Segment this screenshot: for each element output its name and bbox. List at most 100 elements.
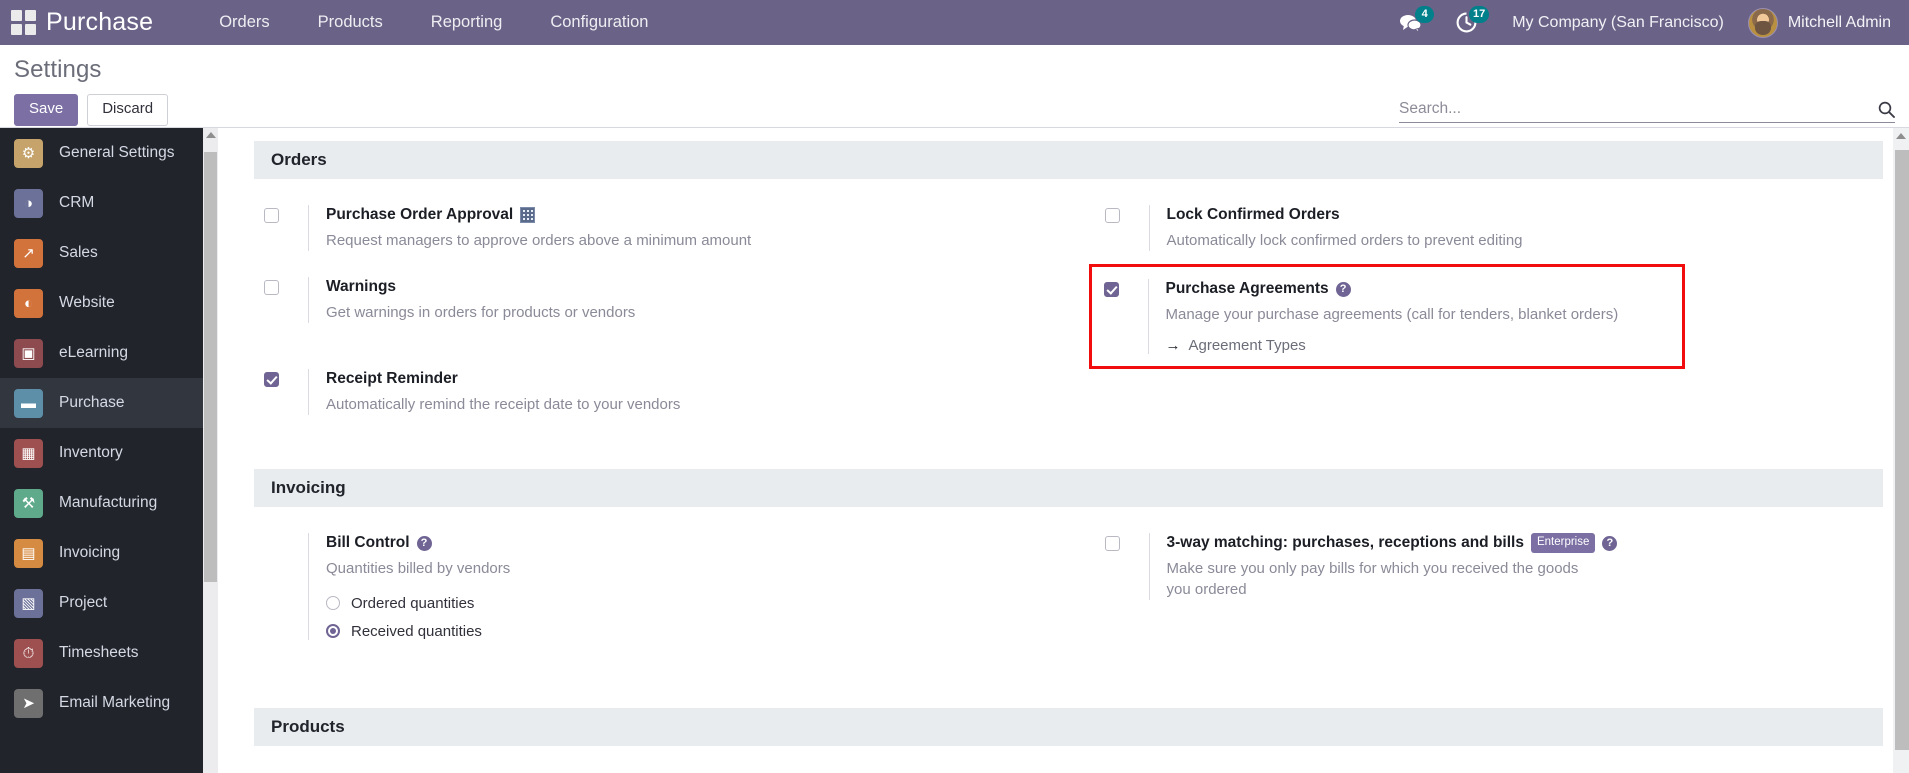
sidebar-item-purchase[interactable]: ▬ Purchase [0, 378, 218, 428]
radio-ordered-quantities[interactable]: Ordered quantities [326, 595, 1035, 612]
purchase-agreements-body: Purchase Agreements ? Manage your purcha… [1147, 278, 1672, 354]
receipt-reminder-checkbox-wrap [264, 369, 308, 415]
sidebar-item-timesheets[interactable]: ⏱ Timesheets [0, 628, 218, 678]
settings-content: Orders Purchase Order Approval Request m… [218, 128, 1909, 773]
sidebar-item-inventory[interactable]: ▦ Inventory [0, 428, 218, 478]
sidebar-scrollbar[interactable] [203, 128, 218, 773]
agreement-types-link[interactable]: → Agreement Types [1166, 337, 1672, 354]
warnings-checkbox[interactable] [264, 279, 279, 295]
lock-confirmed-orders-checkbox-wrap [1104, 205, 1149, 251]
discard-button[interactable]: Discard [87, 94, 169, 126]
sidebar-item-email-marketing[interactable]: ➤ Email Marketing [0, 678, 218, 728]
body-wrapper: ⚙ General Settings ◑ CRM ↗ Sales ◐ Website ▣ eLea… [0, 128, 1909, 773]
warnings-title-row: Warnings [326, 277, 1035, 298]
purchase-agreements-checkbox[interactable] [1103, 281, 1119, 297]
user-menu[interactable]: Mitchell Admin [1742, 7, 1891, 38]
purchase-order-approval-title-row: Purchase Order Approval [326, 205, 1035, 226]
scroll-up-arrow-icon[interactable] [1896, 133, 1906, 139]
settings-sidebar: ⚙ General Settings ◑ CRM ↗ Sales ◐ Website ▣ eLea… [0, 128, 218, 773]
wrench-icon: ⚒ [14, 488, 43, 518]
sidebar-item-website[interactable]: ◐ Website [0, 278, 218, 328]
main-menu: Orders Products Reporting Configuration [195, 1, 672, 44]
invoicing-left-column: Bill Control ? Quantities billed by vend… [254, 531, 1069, 664]
receipt-reminder-label: Receipt Reminder [326, 369, 458, 387]
messages-icon[interactable]: 4 [1382, 0, 1439, 45]
three-way-matching-checkbox[interactable] [1104, 535, 1120, 551]
activity-clock-icon[interactable]: 17 [1439, 0, 1494, 45]
receipt-reminder-body: Receipt Reminder Automatically remind th… [308, 368, 1035, 415]
setting-receipt-reminder[interactable]: Receipt Reminder Automatically remind th… [254, 367, 1041, 417]
section-header-orders: Orders [254, 141, 1883, 179]
invoicing-right-column: 3-way matching: purchases, receptions an… [1069, 531, 1884, 664]
sidebar-item-sales[interactable]: ↗ Sales [0, 228, 218, 278]
warnings-label: Warnings [326, 277, 397, 295]
bill-control-title-row: Bill Control ? [326, 533, 1035, 554]
menu-item-orders[interactable]: Orders [195, 1, 293, 44]
help-circle-icon[interactable]: ? [1335, 281, 1351, 297]
sidebar-item-invoicing[interactable]: ▤ Invoicing [0, 528, 218, 578]
paper-plane-icon: ➤ [14, 688, 43, 718]
sidebar-item-manufacturing[interactable]: ⚒ Manufacturing [0, 478, 218, 528]
purchase-agreements-label: Purchase Agreements [1165, 279, 1329, 297]
sidebar-item-project[interactable]: ▧ Project [0, 578, 218, 628]
help-circle-icon[interactable]: ? [1602, 535, 1618, 551]
received-quantities-radio[interactable] [326, 624, 340, 639]
scrollbar-thumb[interactable] [204, 152, 217, 582]
three-way-matching-label: 3-way matching: purchases, receptions an… [1166, 533, 1524, 551]
apps-grid-icon[interactable] [0, 0, 46, 45]
scrollbar-thumb[interactable] [1895, 150, 1909, 750]
box-icon: ▦ [14, 438, 43, 468]
setting-purchase-order-approval[interactable]: Purchase Order Approval Request managers… [254, 203, 1041, 253]
radio-received-quantities[interactable]: Received quantities [326, 623, 1035, 640]
purchase-order-approval-description: Request managers to approve orders above… [326, 231, 752, 249]
main-scrollbar[interactable] [1893, 128, 1909, 773]
three-way-matching-description: Make sure you only pay bills for which y… [1166, 559, 1579, 598]
lock-confirmed-orders-title-row: Lock Confirmed Orders [1167, 205, 1850, 226]
gear-icon: ⚙ [14, 138, 43, 168]
sidebar-item-label: Inventory [59, 444, 123, 461]
ordered-quantities-label: Ordered quantities [351, 594, 475, 612]
scroll-up-arrow-icon[interactable] [206, 132, 216, 138]
handshake-icon: ◑ [14, 188, 43, 218]
sidebar-item-label: eLearning [59, 344, 128, 361]
presentation-icon: ▣ [14, 338, 43, 368]
lock-confirmed-orders-body: Lock Confirmed Orders Automatically lock… [1148, 205, 1850, 251]
receipt-reminder-checkbox[interactable] [264, 371, 279, 387]
stopwatch-icon: ⏱ [14, 638, 43, 668]
orders-settings-grid: Purchase Order Approval Request managers… [254, 179, 1883, 439]
purchase-agreements-description: Manage your purchase agreements (call fo… [1165, 305, 1619, 323]
menu-item-configuration[interactable]: Configuration [526, 1, 672, 44]
sidebar-item-crm[interactable]: ◑ CRM [0, 178, 218, 228]
activities-badge: 17 [1468, 6, 1490, 23]
setting-lock-confirmed-orders[interactable]: Lock Confirmed Orders Automatically lock… [1095, 203, 1856, 253]
search-input[interactable] [1399, 100, 1878, 118]
save-button[interactable]: Save [14, 94, 79, 126]
setting-three-way-matching[interactable]: 3-way matching: purchases, receptions an… [1095, 531, 1856, 602]
company-selector[interactable]: My Company (San Francisco) [1494, 14, 1742, 32]
app-brand-purchase[interactable]: Purchase [46, 8, 153, 37]
sidebar-item-general-settings[interactable]: ⚙ General Settings [0, 128, 218, 178]
purchase-order-approval-checkbox[interactable] [264, 208, 279, 223]
sidebar-item-elearning[interactable]: ▣ eLearning [0, 328, 218, 378]
company-building-icon[interactable] [520, 207, 536, 224]
setting-warnings[interactable]: Warnings Get warnings in orders for prod… [254, 275, 1041, 325]
purchase-order-approval-body: Purchase Order Approval Request managers… [308, 205, 1035, 251]
ordered-quantities-radio[interactable] [326, 596, 340, 611]
received-quantities-label: Received quantities [351, 622, 482, 640]
messages-badge: 4 [1415, 6, 1435, 23]
navbar-right: 4 17 My Company (San Francisco) Mitchell… [1382, 0, 1909, 45]
receipt-reminder-title-row: Receipt Reminder [326, 369, 1035, 390]
help-circle-icon[interactable]: ? [416, 535, 432, 551]
purchase-agreements-title-row: Purchase Agreements ? [1166, 279, 1672, 300]
menu-item-reporting[interactable]: Reporting [407, 1, 527, 44]
bill-control-description: Quantities billed by vendors [326, 559, 511, 577]
menu-item-products[interactable]: Products [294, 1, 407, 44]
orders-right-column: Lock Confirmed Orders Automatically lock… [1069, 203, 1884, 439]
lock-confirmed-orders-checkbox[interactable] [1104, 208, 1120, 223]
purchase-agreements-checkbox-wrap [1103, 279, 1148, 354]
setting-purchase-agreements[interactable]: Purchase Agreements ? Manage your purcha… [1088, 263, 1685, 369]
warnings-body: Warnings Get warnings in orders for prod… [308, 276, 1035, 323]
sidebar-item-label: Purchase [59, 394, 125, 411]
search-icon[interactable] [1878, 101, 1895, 118]
three-way-matching-body: 3-way matching: purchases, receptions an… [1148, 532, 1850, 600]
